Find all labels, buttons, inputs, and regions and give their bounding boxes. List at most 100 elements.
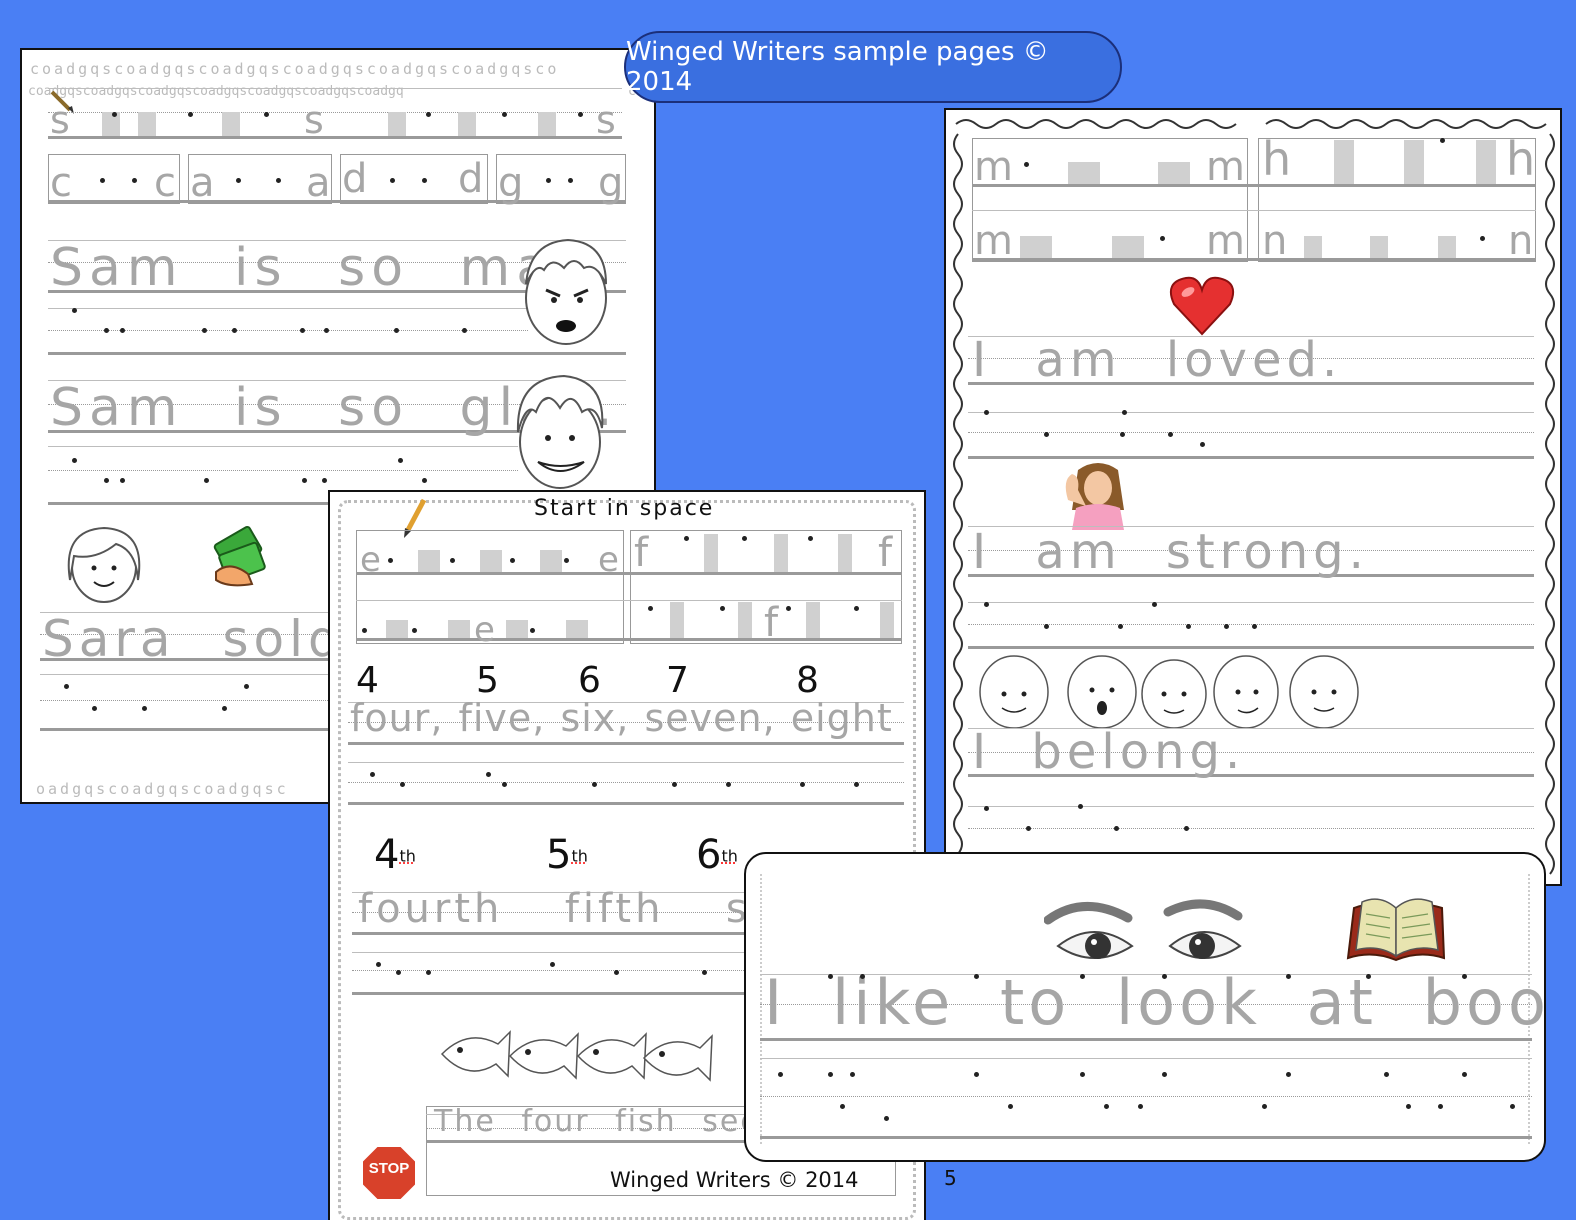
rule: [348, 782, 904, 783]
start-dot: [614, 970, 619, 975]
start-dot: [1384, 1072, 1389, 1077]
start-dot: [244, 684, 249, 689]
trace-letter-d: d: [342, 156, 370, 202]
start-dot: [100, 178, 105, 183]
start-dot: [828, 1072, 833, 1077]
ordinal-number: 5: [546, 832, 572, 878]
rule: [352, 952, 772, 953]
start-dot: [236, 178, 241, 183]
trace-letter-a: a: [306, 160, 333, 206]
start-dot: [388, 558, 393, 563]
gray-block: [386, 620, 408, 638]
gray-block: [222, 112, 240, 136]
gray-block: [1438, 236, 1456, 258]
start-dot: [1008, 1104, 1013, 1109]
start-dot: [592, 782, 597, 787]
start-dot: [1044, 624, 1049, 629]
start-dot: [550, 962, 555, 967]
ordinal-suffix: th: [721, 846, 738, 866]
start-dot: [974, 1072, 979, 1077]
rule: [968, 828, 1534, 829]
rule: [352, 992, 772, 995]
start-dot: [120, 328, 125, 333]
start-dot: [850, 1072, 855, 1077]
start-dot: [264, 112, 269, 117]
number: 6: [578, 660, 601, 701]
gray-block: [1370, 236, 1388, 258]
rule: [356, 600, 902, 601]
start-dot: [860, 974, 865, 979]
ordinal-number: 4: [374, 832, 400, 878]
rule: [968, 646, 1534, 649]
start-dot: [132, 178, 137, 183]
rule: [760, 1058, 1532, 1059]
sentence-trace: Sara sold: [42, 610, 345, 668]
number: 8: [796, 660, 819, 701]
ordinal: 4th: [374, 832, 416, 878]
rule: [356, 638, 902, 641]
start-dot: [1024, 162, 1029, 167]
start-dot: [412, 628, 417, 633]
start-dot: [394, 328, 399, 333]
gray-block: [102, 112, 120, 136]
start-dot: [648, 606, 653, 611]
start-dot: [322, 478, 327, 483]
start-dot: [984, 806, 989, 811]
start-dot: [984, 410, 989, 415]
start-dot: [1160, 236, 1165, 241]
gray-block: [738, 602, 752, 638]
trace-letter-d: d: [458, 156, 486, 202]
trace-letter: s: [304, 98, 326, 142]
start-dot: [486, 772, 491, 777]
start-dot: [1184, 826, 1189, 831]
start-dot: [984, 602, 989, 607]
ordinal-suffix: th: [399, 846, 416, 866]
start-dot: [726, 782, 731, 787]
banner-title: Winged Writers sample pages © 2014: [626, 37, 1049, 97]
gray-block: [566, 620, 588, 638]
rule: [40, 728, 350, 731]
start-dot: [398, 458, 403, 463]
start-dot: [422, 478, 427, 483]
ordinal: 5th: [546, 832, 588, 878]
gray-block: [838, 534, 852, 572]
start-dot: [1080, 974, 1085, 979]
gray-block: [1112, 236, 1144, 258]
screen: { "banner": { "title": "Winged Writers s…: [0, 0, 1576, 1220]
start-dot: [222, 706, 227, 711]
gray-block: [388, 112, 406, 136]
trace-letter-h: h: [1262, 132, 1294, 186]
start-dot: [1438, 1104, 1443, 1109]
start-dot: [396, 970, 401, 975]
trace-letter-e: e: [474, 610, 497, 650]
trace-letter-n: n: [1508, 218, 1536, 264]
trace-letter-m: m: [1206, 218, 1247, 264]
gray-block: [1404, 140, 1424, 184]
rule: [48, 352, 626, 355]
start-dot: [1138, 1104, 1143, 1109]
rule: [48, 136, 622, 139]
start-dot: [1168, 432, 1173, 437]
trace-letter-n: n: [1262, 218, 1290, 264]
gray-block: [1304, 236, 1322, 258]
gray-block: [538, 112, 556, 136]
rule: [968, 624, 1534, 625]
start-dot: [974, 974, 979, 979]
start-dot: [742, 536, 747, 541]
start-dot: [1162, 974, 1167, 979]
start-dot: [1044, 432, 1049, 437]
rule: [972, 258, 1536, 261]
rule: [760, 1096, 1532, 1097]
gray-block: [806, 602, 820, 638]
start-dot: [1200, 442, 1205, 447]
start-dot: [104, 328, 109, 333]
start-dot: [808, 536, 813, 541]
gray-block: [418, 550, 440, 572]
money-hand-icon: [213, 525, 266, 587]
faces-row-icon: [979, 655, 1359, 729]
start-dot: [188, 112, 193, 117]
happy-boy-icon: [516, 374, 604, 489]
start-dot: [1366, 974, 1371, 979]
trace-letter-a: a: [190, 160, 217, 206]
trace-letter-c: c: [154, 160, 178, 206]
